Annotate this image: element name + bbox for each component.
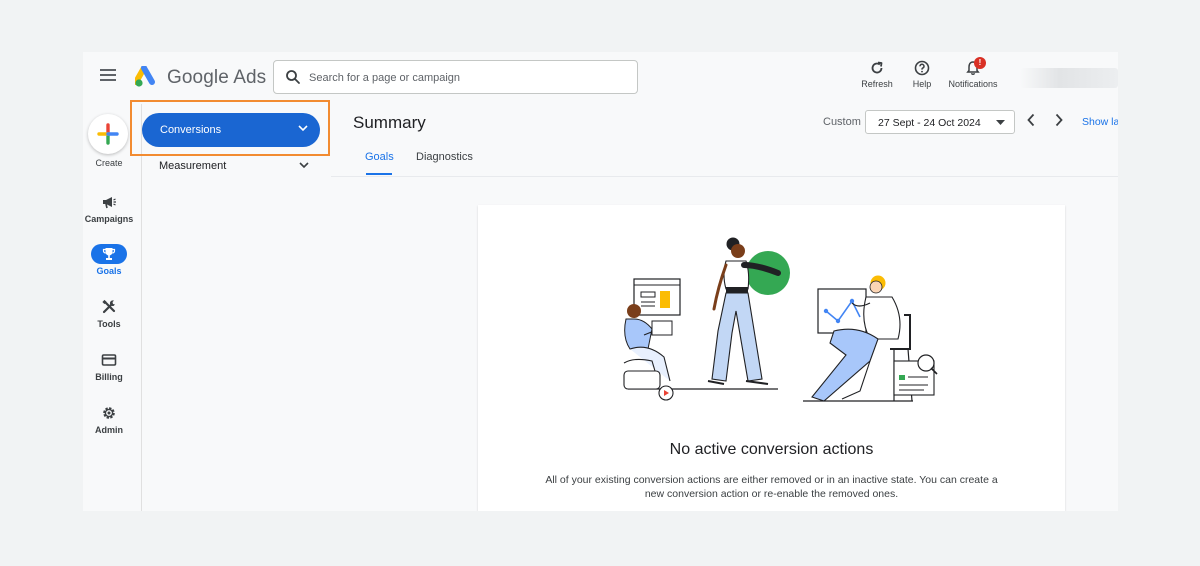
rail-item-tools[interactable]: Tools: [83, 297, 135, 329]
rail-item-goals[interactable]: Goals: [83, 244, 135, 276]
google-ads-logo-icon: [135, 66, 155, 87]
google-ads-app: Google Ads Refresh Help: [83, 52, 1118, 511]
help-button[interactable]: Help: [909, 60, 935, 89]
account-info-blurred[interactable]: [1020, 68, 1118, 88]
measurement-menu-item[interactable]: Measurement: [159, 157, 309, 177]
create-label: Create: [95, 158, 123, 168]
notifications-button[interactable]: ! Notifications: [945, 57, 1001, 89]
rail-label-billing: Billing: [95, 372, 123, 382]
tab-diagnostics[interactable]: Diagnostics: [416, 151, 473, 163]
top-header: Google Ads Refresh Help: [83, 52, 1118, 104]
tools-icon: [102, 299, 116, 314]
rail-label-goals: Goals: [96, 266, 122, 276]
chevron-down-icon: [299, 162, 309, 169]
tabs-divider: [331, 176, 1118, 177]
goals-subnav: Conversions Measurement: [130, 100, 331, 511]
dropdown-arrow-icon: [996, 120, 1005, 125]
conversions-menu-button[interactable]: Conversions: [142, 113, 320, 147]
gear-icon: [103, 407, 115, 419]
plus-icon: [97, 123, 119, 145]
measurement-label: Measurement: [159, 160, 227, 172]
tab-goals[interactable]: Goals: [365, 151, 394, 163]
search-box[interactable]: [273, 60, 638, 94]
date-range-value: 27 Sept - 24 Oct 2024: [878, 117, 981, 129]
rail-label-tools: Tools: [97, 319, 121, 329]
left-rail-nav: Create Campaigns Goals Tools Billing Adm…: [83, 104, 142, 511]
empty-state-card: No active conversion actions All of your…: [478, 205, 1065, 511]
previous-period-chevron-left-icon[interactable]: [1026, 113, 1036, 127]
show-last-link[interactable]: Show la: [1082, 116, 1118, 128]
search-icon: [286, 70, 300, 84]
active-tab-indicator: [366, 173, 392, 175]
credit-card-icon: [101, 354, 117, 366]
refresh-icon: [871, 61, 883, 74]
rail-label-campaigns: Campaigns: [84, 214, 134, 224]
help-icon: [914, 60, 930, 76]
search-input[interactable]: [307, 67, 631, 89]
empty-state-illustration: [623, 237, 938, 402]
date-range-label: Custom: [823, 116, 861, 128]
notification-badge: !: [974, 57, 986, 69]
help-label: Help: [912, 79, 932, 89]
refresh-label: Refresh: [861, 79, 893, 89]
rail-label-admin: Admin: [95, 425, 123, 435]
rail-item-campaigns[interactable]: Campaigns: [83, 192, 135, 224]
page-title: Summary: [353, 113, 426, 132]
empty-state-title: No active conversion actions: [669, 441, 874, 458]
date-range-picker[interactable]: 27 Sept - 24 Oct 2024: [865, 110, 1015, 134]
refresh-button[interactable]: Refresh: [859, 60, 895, 89]
empty-state-description: All of your existing conversion actions …: [545, 474, 998, 500]
create-button[interactable]: [88, 114, 128, 154]
google-ads-logo-text: Google Ads: [167, 67, 267, 88]
chevron-down-icon: [298, 125, 308, 132]
next-period-chevron-right-icon[interactable]: [1054, 113, 1064, 127]
rail-item-billing[interactable]: Billing: [83, 350, 135, 382]
megaphone-icon: [103, 197, 116, 209]
trophy-icon: [102, 248, 116, 260]
rail-item-admin[interactable]: Admin: [83, 403, 135, 435]
conversions-label: Conversions: [160, 124, 222, 136]
notifications-label: Notifications: [948, 79, 998, 89]
hamburger-menu-icon[interactable]: [100, 69, 116, 83]
